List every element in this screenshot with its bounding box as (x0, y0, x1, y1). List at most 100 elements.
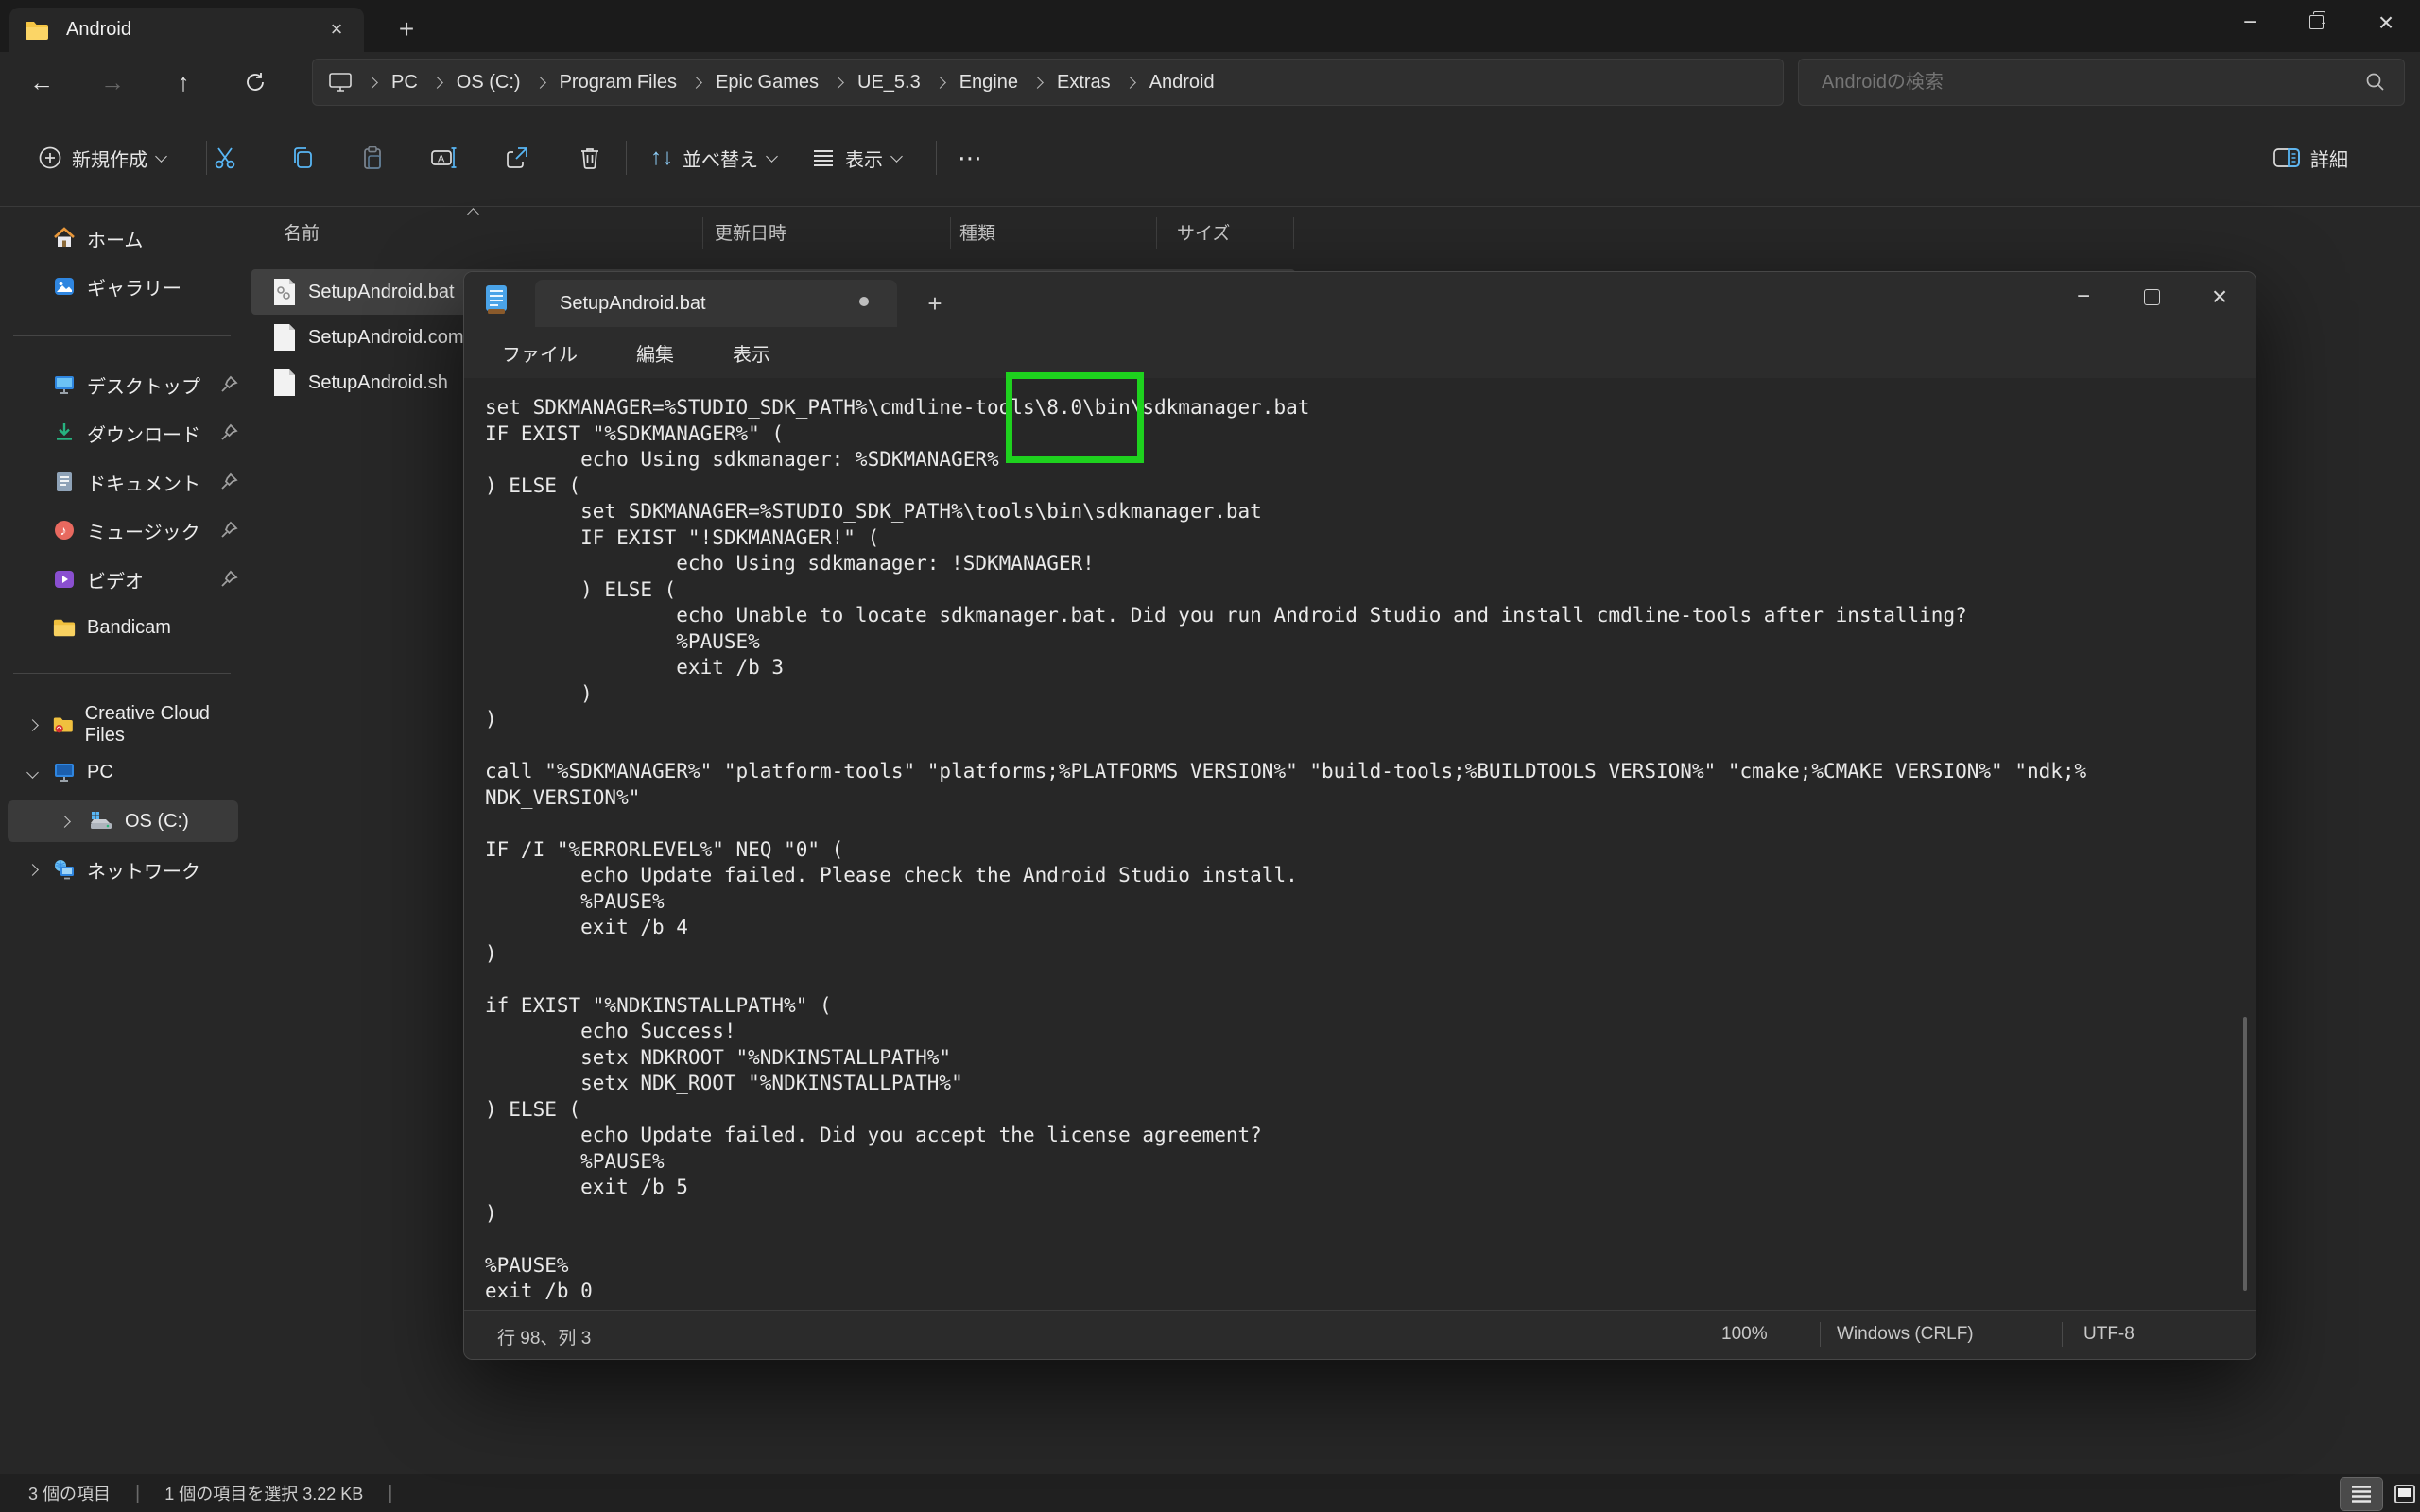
notepad-tab-title: SetupAndroid.bat (560, 293, 706, 315)
sidebar-separator (13, 673, 231, 674)
pin-icon (219, 472, 238, 491)
cut-icon (212, 145, 238, 171)
column-separator[interactable] (950, 217, 951, 249)
share-button[interactable] (493, 133, 541, 182)
breadcrumb-os-c[interactable]: OS (C:) (451, 72, 527, 94)
editor-scrollbar[interactable] (2243, 1017, 2247, 1291)
search-box[interactable] (1798, 59, 2405, 106)
notepad-new-tab-button[interactable]: + (916, 285, 954, 321)
column-separator[interactable] (1156, 217, 1157, 249)
breadcrumb-android[interactable]: Android (1144, 72, 1220, 94)
see-more-button[interactable]: ⋯ (947, 133, 993, 182)
notepad-editor[interactable]: set SDKMANAGER=%STUDIO_SDK_PATH%\cmdline… (464, 378, 2256, 1310)
breadcrumb-pc[interactable]: PC (386, 72, 424, 94)
sidebar-item-bandicam[interactable]: Bandicam (8, 607, 238, 648)
details-pane-button[interactable]: 詳細 (2259, 133, 2361, 182)
refresh-icon (244, 71, 267, 94)
command-toolbar: 新規作成 A ↑↓ 並べ替え 表示 (0, 111, 2420, 207)
column-separator[interactable] (702, 217, 703, 249)
encoding-indicator[interactable]: UTF-8 (2083, 1324, 2135, 1345)
file-icon (272, 323, 297, 352)
sidebar-item-downloads[interactable]: ダウンロード (8, 412, 238, 454)
thumbnail-view-toggle[interactable] (2384, 1478, 2420, 1510)
editor-text[interactable]: set SDKMANAGER=%STUDIO_SDK_PATH%\cmdline… (464, 378, 2256, 1305)
search-input[interactable] (1820, 65, 2334, 99)
breadcrumb-engine[interactable]: Engine (954, 72, 1024, 94)
refresh-button[interactable] (233, 63, 278, 101)
tab-close-icon[interactable]: × (322, 15, 351, 43)
toolbar-separator (626, 141, 627, 175)
status-separator (1820, 1322, 1821, 1347)
menu-edit[interactable]: 編集 (615, 335, 695, 370)
forward-button[interactable]: → (90, 63, 135, 101)
notepad-tab[interactable]: SetupAndroid.bat (535, 280, 897, 327)
copy-icon (289, 145, 316, 171)
breadcrumb-ue53[interactable]: UE_5.3 (852, 72, 926, 94)
breadcrumb-chevron-icon (690, 77, 702, 89)
sidebar-item-documents[interactable]: ドキュメント (8, 461, 238, 503)
notepad-title-bar[interactable]: SetupAndroid.bat + − × (464, 272, 2256, 327)
column-header-name[interactable]: 名前 (284, 219, 320, 245)
window-minimize-button[interactable]: − (2220, 0, 2280, 44)
annotation-highlight-box (1006, 372, 1144, 463)
breadcrumb-chevron-icon (366, 77, 378, 89)
minimize-icon: − (2077, 284, 2090, 310)
video-icon (53, 568, 76, 591)
window-close-button[interactable]: × (2356, 0, 2416, 44)
delete-button[interactable] (566, 133, 614, 182)
copy-button[interactable] (279, 133, 326, 182)
expand-chevron-icon[interactable] (26, 864, 39, 876)
cut-button[interactable] (201, 133, 249, 182)
details-label: 詳細 (2310, 145, 2348, 172)
sidebar-item-os-c[interactable]: OS (C:) (8, 800, 238, 842)
details-view-toggle[interactable] (2341, 1478, 2382, 1510)
sidebar-item-desktop[interactable]: デスクトップ (8, 364, 238, 405)
column-separator[interactable] (1293, 217, 1294, 249)
expand-chevron-icon[interactable] (26, 719, 39, 731)
zoom-level[interactable]: 100% (1721, 1324, 1768, 1345)
sidebar-item-home[interactable]: ホーム (8, 217, 238, 259)
unsaved-changes-dot (859, 297, 869, 306)
new-item-button[interactable]: 新規作成 (25, 133, 179, 182)
expand-chevron-icon[interactable] (59, 816, 71, 828)
sidebar-item-network[interactable]: ネットワーク (8, 849, 238, 890)
sidebar-item-videos[interactable]: ビデオ (8, 558, 238, 600)
line-ending-indicator[interactable]: Windows (CRLF) (1837, 1324, 1974, 1345)
explorer-tab-strip: Android × + − × (0, 0, 2420, 52)
collapse-chevron-icon[interactable] (26, 766, 39, 779)
column-header-type[interactable]: 種類 (959, 219, 995, 245)
back-button[interactable]: ← (19, 63, 64, 101)
sidebar-item-label: Creative Cloud Files (85, 703, 238, 747)
menu-file[interactable]: ファイル (481, 335, 598, 370)
rename-button[interactable]: A (421, 133, 468, 182)
menu-view[interactable]: 表示 (712, 335, 791, 370)
column-header-date[interactable]: 更新日時 (715, 219, 786, 245)
up-button[interactable]: ↑ (161, 63, 206, 101)
breadcrumb-program-files[interactable]: Program Files (554, 72, 683, 94)
breadcrumb-epic-games[interactable]: Epic Games (710, 72, 824, 94)
sort-button[interactable]: ↑↓ 並べ替え (639, 133, 787, 182)
sidebar-item-music[interactable]: ♪ ミュージック (8, 509, 238, 551)
window-restore-button[interactable] (2286, 0, 2346, 44)
sidebar-item-pc[interactable]: PC (8, 751, 238, 793)
notepad-maximize-button[interactable] (2119, 272, 2184, 321)
item-count: 3 個の項目 (28, 1481, 111, 1505)
view-button[interactable]: 表示 (800, 133, 912, 182)
svg-text:♪: ♪ (60, 523, 67, 538)
column-header-size[interactable]: サイズ (1177, 219, 1230, 245)
new-tab-button[interactable]: + (388, 11, 425, 47)
sidebar-item-creative-cloud[interactable]: Creative Cloud Files (8, 704, 238, 746)
pin-icon (219, 521, 238, 540)
notepad-menu-bar: ファイル 編集 表示 (464, 327, 2256, 378)
view-label: 表示 (845, 145, 883, 172)
breadcrumb-extras[interactable]: Extras (1051, 72, 1116, 94)
notepad-minimize-button[interactable]: − (2051, 272, 2116, 321)
ellipsis-icon: ⋯ (958, 144, 982, 173)
notepad-close-button[interactable]: × (2187, 272, 2252, 321)
explorer-tab-android[interactable]: Android × (9, 8, 364, 52)
share-icon (504, 145, 530, 171)
sidebar-item-label: デスクトップ (87, 371, 200, 399)
address-bar[interactable]: PC OS (C:) Program Files Epic Games UE_5… (312, 59, 1784, 106)
sidebar-item-gallery[interactable]: ギャラリー (8, 266, 238, 307)
paste-button[interactable] (349, 133, 396, 182)
